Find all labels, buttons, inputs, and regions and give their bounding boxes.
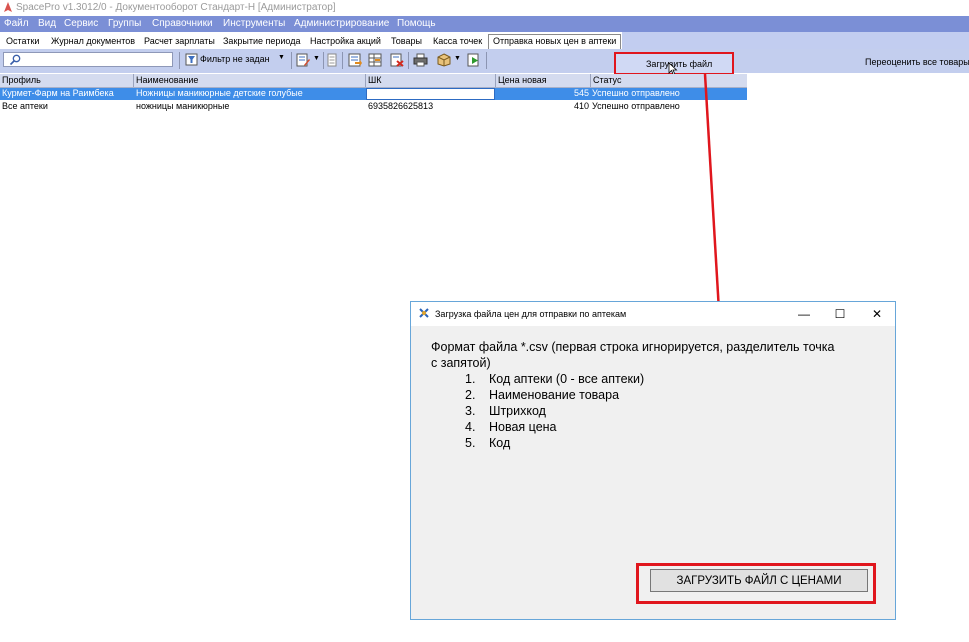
minimize-button[interactable]: —: [794, 306, 814, 322]
dialog-app-icon: [419, 308, 429, 318]
upload-prices-dialog: Загрузка файла цен для отправки по аптек…: [410, 301, 896, 620]
maximize-button[interactable]: ☐: [830, 306, 850, 322]
list-item-number: 5.: [465, 436, 476, 450]
dialog-title: Загрузка файла цен для отправки по аптек…: [435, 309, 627, 319]
list-item: Код: [489, 436, 511, 450]
format-description-line2: с запятой): [431, 356, 491, 370]
list-item: Код аптеки (0 - все аптеки): [489, 372, 645, 386]
upload-prices-file-button[interactable]: ЗАГРУЗИТЬ ФАЙЛ С ЦЕНАМИ: [650, 569, 868, 592]
close-button[interactable]: ✕: [867, 306, 887, 322]
dialog-titlebar: Загрузка файла цен для отправки по аптек…: [411, 302, 895, 326]
list-item-number: 1.: [465, 372, 476, 386]
list-item: Новая цена: [489, 420, 557, 434]
list-item-number: 4.: [465, 420, 476, 434]
list-item: Наименование товара: [489, 388, 620, 402]
list-item-number: 2.: [465, 388, 476, 402]
upload-prices-file-label: ЗАГРУЗИТЬ ФАЙЛ С ЦЕНАМИ: [676, 574, 842, 587]
list-item: Штрихкод: [489, 404, 546, 418]
list-item-number: 3.: [465, 404, 476, 418]
format-description-line1: Формат файла *.csv (первая строка игнори…: [431, 340, 835, 354]
